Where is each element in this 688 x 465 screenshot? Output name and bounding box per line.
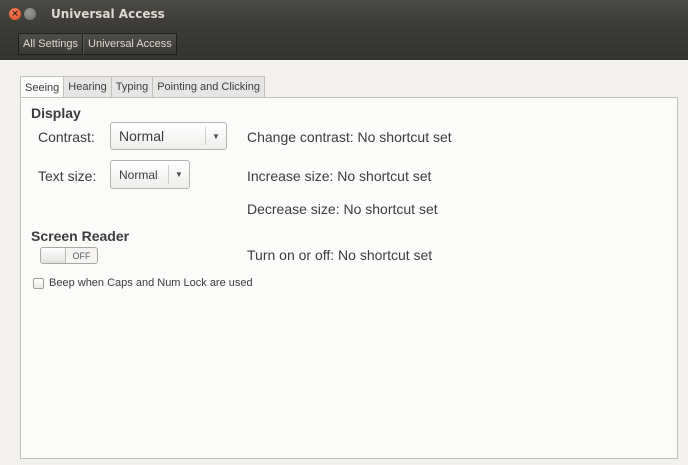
screen-reader-switch[interactable]: OFF bbox=[40, 247, 98, 264]
breadcrumb-universal-access[interactable]: Universal Access bbox=[83, 33, 177, 55]
tab-pointing-and-clicking[interactable]: Pointing and Clicking bbox=[153, 76, 265, 98]
increase-size-shortcut[interactable]: Increase size: No shortcut set bbox=[247, 168, 431, 184]
tab-seeing[interactable]: Seeing bbox=[20, 76, 65, 99]
tab-bar: Seeing Hearing Typing Pointing and Click… bbox=[20, 76, 265, 99]
tab-hearing[interactable]: Hearing bbox=[64, 76, 112, 98]
window-title: Universal Access bbox=[51, 7, 165, 21]
display-heading: Display bbox=[31, 105, 81, 121]
title-bar: × Universal Access bbox=[0, 0, 688, 28]
text-size-value: Normal bbox=[119, 167, 158, 182]
decrease-size-shortcut[interactable]: Decrease size: No shortcut set bbox=[247, 201, 438, 217]
close-window-button[interactable]: × bbox=[9, 8, 21, 20]
screen-reader-shortcut[interactable]: Turn on or off: No shortcut set bbox=[247, 247, 432, 263]
breadcrumb: All Settings Universal Access bbox=[0, 28, 688, 60]
beep-checkbox-label[interactable]: Beep when Caps and Num Lock are used bbox=[49, 277, 253, 289]
beep-checkbox[interactable] bbox=[33, 278, 44, 289]
contrast-combo[interactable]: Normal ▼ bbox=[110, 122, 227, 150]
switch-knob bbox=[41, 248, 66, 263]
text-size-combo[interactable]: Normal ▼ bbox=[110, 160, 190, 189]
contrast-shortcut[interactable]: Change contrast: No shortcut set bbox=[247, 129, 452, 145]
switch-state: OFF bbox=[72, 250, 91, 261]
chevron-down-icon: ▼ bbox=[212, 131, 220, 141]
contrast-label: Contrast: bbox=[38, 129, 95, 145]
minimize-window-button[interactable] bbox=[24, 8, 36, 20]
tab-typing[interactable]: Typing bbox=[111, 76, 154, 98]
breadcrumb-all-settings[interactable]: All Settings bbox=[18, 33, 84, 55]
text-size-label: Text size: bbox=[38, 168, 97, 184]
chevron-down-icon: ▼ bbox=[175, 170, 183, 179]
screen-reader-heading: Screen Reader bbox=[31, 228, 130, 244]
contrast-value: Normal bbox=[119, 128, 165, 144]
